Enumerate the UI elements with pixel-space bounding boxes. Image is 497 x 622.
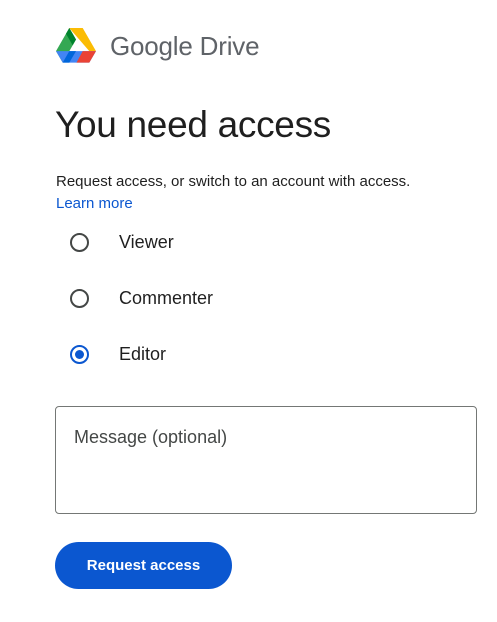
commenter-radio[interactable] <box>70 288 89 308</box>
role-label-editor: Editor <box>119 343 167 364</box>
request-access-button[interactable]: Request access <box>55 542 232 589</box>
page-title: You need access <box>55 104 331 145</box>
access-description: Request access, or switch to an account … <box>56 171 410 215</box>
message-input[interactable] <box>55 406 477 514</box>
viewer-radio[interactable] <box>70 232 89 252</box>
editor-radio[interactable] <box>70 344 89 364</box>
google-drive-logo-icon <box>56 28 96 63</box>
role-option-viewer[interactable]: Viewer <box>70 228 174 256</box>
role-option-commenter[interactable]: Commenter <box>70 284 213 312</box>
brand-text: Google Drive <box>110 30 260 61</box>
role-label-commenter: Commenter <box>119 287 214 308</box>
role-option-editor[interactable]: Editor <box>70 340 166 368</box>
learn-more-link[interactable]: Learn more <box>56 193 410 215</box>
description-text: Request access, or switch to an account … <box>56 173 411 190</box>
role-label-viewer: Viewer <box>119 231 174 252</box>
brand: Google Drive <box>56 27 260 65</box>
